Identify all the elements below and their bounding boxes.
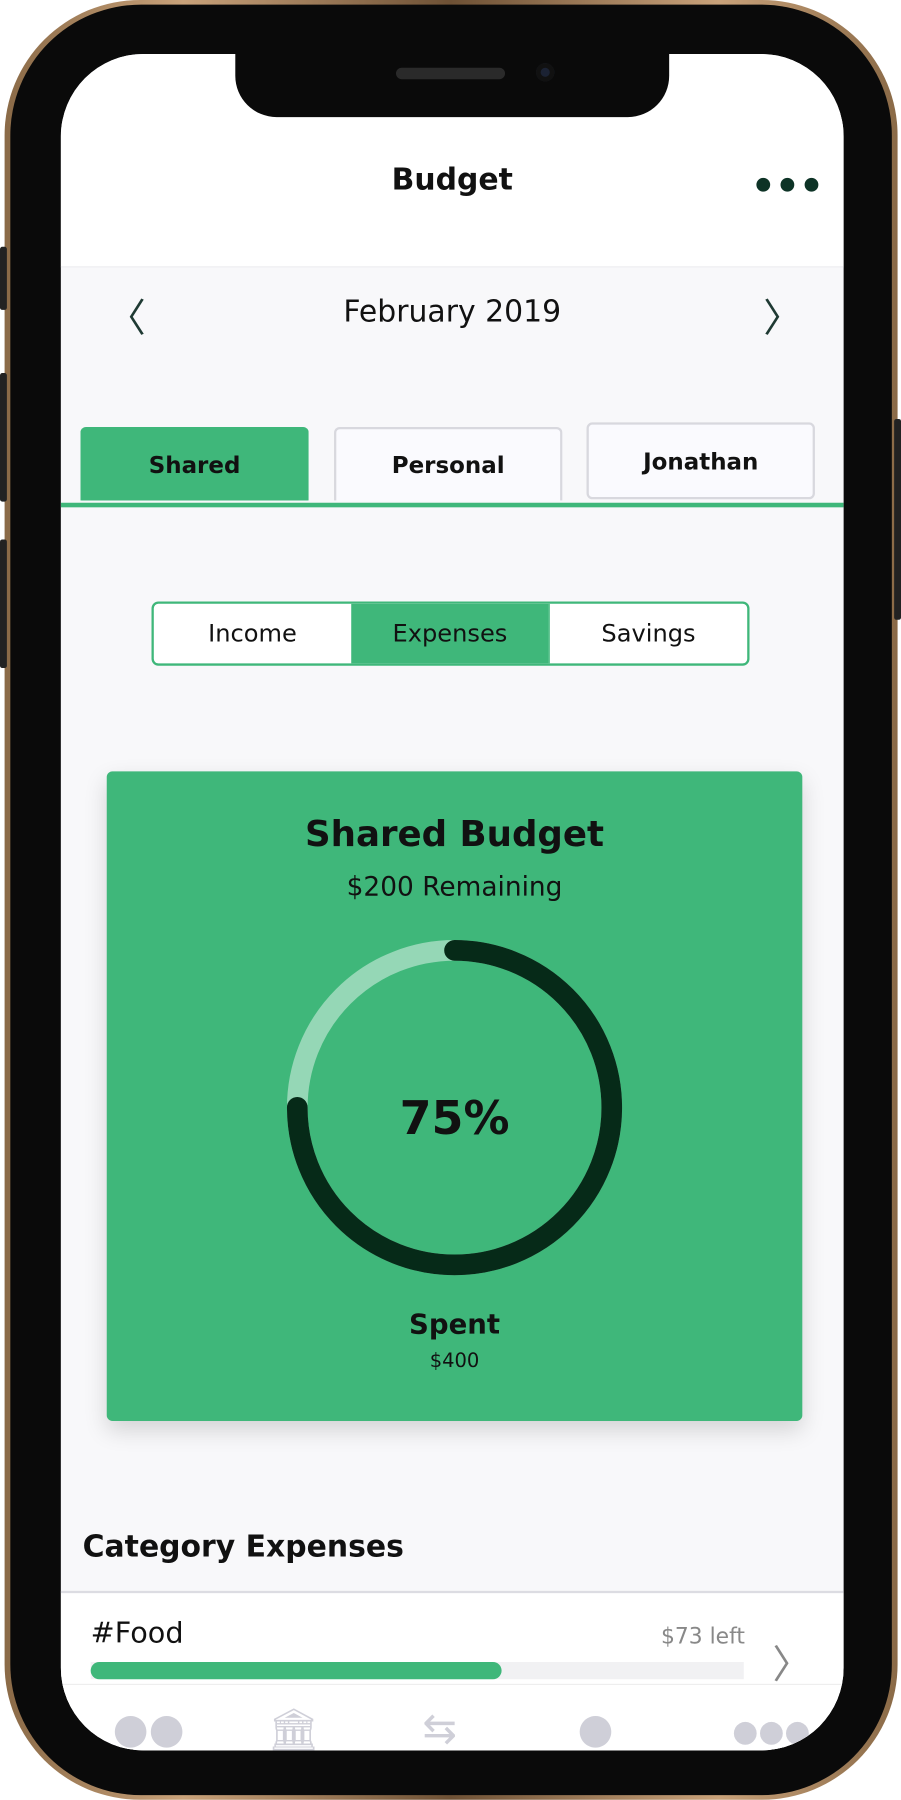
bank-icon[interactable]: 🏛 <box>267 1706 319 1751</box>
notch <box>235 53 670 118</box>
more-dots-icon[interactable] <box>756 177 819 192</box>
percent-label: 75% <box>399 1092 510 1146</box>
list-item[interactable]: #Food $73 left 〉 <box>61 1593 844 1688</box>
tab-jonathan[interactable]: Jonathan <box>586 422 815 500</box>
tab-underline <box>60 502 844 508</box>
segment-savings[interactable]: Savings <box>548 603 748 664</box>
category-left: $73 left <box>661 1624 745 1650</box>
budget-card: Shared Budget $200 Remaining 75% Spent $… <box>106 771 803 1421</box>
chat-icon[interactable]: ● <box>577 1706 613 1751</box>
segmented-control: Income Expenses Savings <box>151 601 750 666</box>
chevron-right-icon[interactable]: 〉 <box>763 287 802 343</box>
section-title: Category Expenses <box>82 1530 404 1565</box>
transfer-icon[interactable]: ⇆ <box>422 1706 457 1751</box>
segment-expenses[interactable]: Expenses <box>351 603 549 664</box>
chevron-right-icon[interactable]: 〉 <box>772 1633 811 1689</box>
category-progress-bar <box>90 1662 744 1680</box>
spent-value: $400 <box>429 1349 480 1373</box>
tab-personal[interactable]: Personal <box>334 426 563 501</box>
page-title: Budget <box>391 162 513 198</box>
remaining-amount: $200 Remaining <box>346 872 563 903</box>
bottom-nav: ●● 🏛 ⇆ ● ●●● <box>60 1683 844 1751</box>
segment-income[interactable]: Income <box>154 604 351 664</box>
more-icon[interactable]: ●●● <box>732 1715 810 1749</box>
spent-label: Spent <box>409 1308 501 1341</box>
month-label: February 2019 <box>343 294 562 330</box>
app-screen: Budget 〈 February 2019 〉 Shared Personal… <box>60 53 844 1751</box>
category-name: #Food <box>90 1616 184 1650</box>
card-title: Shared Budget <box>304 813 605 856</box>
tab-shared[interactable]: Shared <box>80 426 309 501</box>
category-progress-fill <box>90 1662 503 1680</box>
binoculars-icon[interactable]: ●● <box>112 1706 184 1751</box>
